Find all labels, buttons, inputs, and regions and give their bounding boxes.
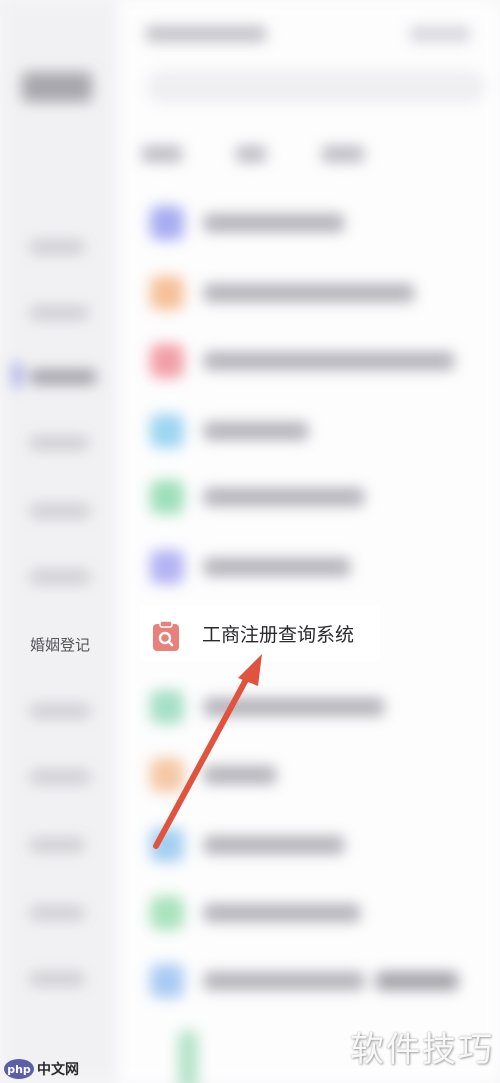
blurred-background [0,0,500,1083]
site-logo: php 中文网 [4,1058,79,1080]
service-label[interactable] [204,698,384,716]
service-icon [178,1030,198,1083]
list-item-label: 工商注册查询系统 [202,624,355,646]
service-icon [150,414,184,448]
header-action[interactable] [410,26,470,42]
service-icon [150,206,184,240]
search-input[interactable] [146,70,486,104]
service-label[interactable] [204,972,364,990]
screen: 婚姻登记 工商注册查询系统 软件技巧 php 中文网 [0,0,500,1083]
service-label[interactable] [204,836,344,854]
sidebar-item[interactable] [30,570,90,584]
service-label[interactable] [204,284,414,302]
sidebar-item[interactable] [30,240,84,254]
watermark-text: 软件技巧 [350,1030,494,1070]
sidebar-item[interactable] [30,972,84,986]
category-sidebar [0,0,118,1083]
site-name: 中文网 [37,1062,79,1078]
sidebar-item[interactable] [30,704,90,718]
service-icon [150,344,184,378]
service-icon [150,550,184,584]
service-label[interactable] [204,352,454,370]
service-icon [150,758,184,792]
sidebar-item[interactable] [30,770,90,784]
clipboard-search-icon [153,620,179,651]
service-icon [150,690,184,724]
service-icon [150,964,184,998]
tab[interactable] [236,146,266,162]
header-text [146,26,266,42]
service-label[interactable] [204,214,344,232]
service-label[interactable] [204,766,276,784]
service-icon [150,480,184,514]
service-label[interactable] [204,488,364,506]
sidebar-item[interactable] [30,838,84,852]
service-label[interactable] [204,904,360,922]
php-logo-icon: php [4,1059,34,1079]
service-icon [150,276,184,310]
sidebar-title [22,72,92,102]
sidebar-item[interactable] [30,306,88,320]
sidebar-active-marker [14,362,20,388]
service-icon [150,896,184,930]
sidebar-item-active[interactable] [30,370,96,384]
service-list-panel [118,0,500,1083]
sidebar-item[interactable] [30,436,88,450]
service-label[interactable] [204,422,308,440]
sidebar-item-marriage-registration[interactable]: 婚姻登记 [30,634,90,655]
sidebar-item[interactable] [30,504,90,518]
tab[interactable] [322,146,364,162]
service-icon [150,828,184,862]
sidebar-item[interactable] [30,906,84,920]
service-tag [376,972,458,990]
service-label[interactable] [204,558,350,576]
tab[interactable] [142,146,182,162]
